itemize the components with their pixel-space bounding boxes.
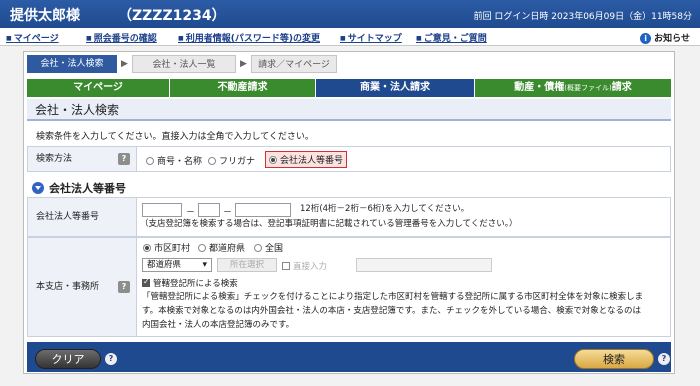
step-request-mypage: 請求／マイページ — [251, 55, 337, 73]
direct-input-field[interactable] — [356, 258, 492, 272]
notice-link[interactable]: i お知らせ — [640, 31, 690, 44]
radio-municipality[interactable]: 市区町村 — [143, 241, 190, 254]
notice-label: お知らせ — [654, 34, 690, 44]
radio-dot — [198, 243, 206, 252]
checkbox-box — [282, 262, 290, 270]
jurisdiction-label: 管轄登記所による検索 — [153, 279, 238, 289]
jurisdiction-description-2: す。本検索で対象となるのは内外国会社・法人の本店・支店登記簿です。また、チェック… — [142, 306, 642, 316]
page-title: 会社・法人検索 — [27, 99, 671, 121]
step-company-list: 会社・法人一覧 — [132, 55, 236, 73]
corp-number-part1-input[interactable] — [142, 203, 182, 217]
app-header: 提供太郎様 （ZZZZ1234） 前回 ログイン日時 2023年06月09日（金… — [0, 0, 700, 28]
tab-movable-prefix: 動産・債権 — [514, 82, 565, 93]
radio-nationwide-label: 全国 — [265, 244, 284, 254]
tab-movable-assets[interactable]: 動産・債権(概要ファイル)請求 — [475, 79, 671, 97]
info-icon: i — [640, 33, 652, 44]
step-company-search: 会社・法人検索 — [27, 55, 117, 73]
tab-realestate[interactable]: 不動産請求 — [170, 79, 315, 97]
tab-mypage[interactable]: マイページ — [27, 79, 169, 97]
tab-movable-suffix: 請求 — [611, 82, 632, 93]
radio-trade-name-label: 商号・名称 — [157, 157, 203, 167]
radio-prefecture-label: 都道府県 — [209, 244, 246, 254]
radio-dot-selected — [269, 155, 277, 164]
location-select-button[interactable]: 所在選択 — [217, 258, 277, 272]
user-name: 提供太郎様 — [10, 8, 80, 24]
menu-user-info-link[interactable]: 利用者情報(パスワード等)の変更 — [178, 31, 320, 44]
radio-nationwide[interactable]: 全国 — [254, 241, 283, 254]
radio-dot — [208, 156, 216, 165]
corp-number-part3-input[interactable] — [235, 203, 291, 217]
jurisdiction-description-3: 内国会社・法人の本店登記簿のみです。 — [142, 320, 295, 330]
radio-furigana[interactable]: フリガナ — [208, 154, 255, 167]
last-login-info: 前回 ログイン日時 2023年06月09日（金）11時58分 — [473, 12, 692, 22]
corp-number-part2-input[interactable] — [198, 203, 220, 217]
radio-furigana-label: フリガナ — [219, 157, 256, 167]
menu-mypage-link[interactable]: マイページ — [6, 31, 59, 44]
search-help-icon[interactable]: ? — [658, 353, 670, 365]
checkbox-checked — [142, 277, 150, 287]
clear-button[interactable]: クリア — [35, 349, 101, 369]
dash: － — [223, 208, 233, 218]
radio-corporate-number-label: 会社法人等番号 — [280, 156, 344, 166]
menu-sitemap-link[interactable]: サイトマップ — [340, 31, 402, 44]
search-method-help-icon[interactable]: ? — [118, 153, 130, 165]
clear-help-icon[interactable]: ? — [105, 353, 117, 365]
step-arrow-icon: ▶ — [240, 59, 247, 69]
top-menu: マイページ 照会番号の確認 利用者情報(パスワード等)の変更 サイトマップ ご意… — [0, 28, 700, 46]
menu-reference-number-link[interactable]: 照会番号の確認 — [86, 31, 157, 44]
step-arrow-icon: ▶ — [121, 59, 128, 69]
corp-number-label: 会社法人等番号 — [27, 197, 137, 237]
prefecture-select[interactable]: 都道府県 — [142, 258, 212, 272]
direct-input-checkbox[interactable]: 直接入力 — [282, 260, 327, 272]
tab-commercial[interactable]: 商業・法人請求 — [316, 79, 474, 97]
radio-municipality-label: 市区町村 — [154, 244, 191, 254]
radio-dot-selected — [143, 243, 151, 252]
section-heading: 会社法人等番号 — [32, 180, 126, 196]
radio-corporate-number[interactable]: 会社法人等番号 — [265, 151, 348, 168]
radio-trade-name[interactable]: 商号・名称 — [146, 154, 202, 167]
instruction-text: 検索条件を入力してください。直接入力は全角で入力してください。 — [36, 132, 314, 142]
jurisdiction-description-1: 「管轄登記所による検索」チェックを付けることにより指定した市区町村を管轄する登記… — [142, 292, 644, 302]
direct-input-label: 直接入力 — [293, 262, 328, 272]
corp-number-branch-note: （支店登記簿を検索する場合は、登記事項証明書に記載されている管理番号を入力してく… — [140, 219, 518, 229]
office-help-icon[interactable]: ? — [118, 281, 130, 293]
menu-feedback-link[interactable]: ご意見・ご質問 — [416, 31, 487, 44]
corp-number-note: 12桁(4桁－2桁－6桁)を入力してください。 — [300, 204, 470, 214]
user-id: （ZZZZ1234） — [118, 8, 226, 24]
radio-dot — [254, 243, 262, 252]
dash: － — [186, 208, 196, 218]
search-button[interactable]: 検索 — [574, 349, 654, 369]
tab-movable-small: (概要ファイル) — [564, 84, 612, 92]
section-heading-text: 会社法人等番号 — [49, 182, 126, 195]
radio-dot — [146, 156, 154, 165]
radio-prefecture[interactable]: 都道府県 — [198, 241, 245, 254]
jurisdiction-checkbox[interactable]: 管轄登記所による検索 — [142, 277, 238, 289]
chevron-down-icon — [32, 182, 44, 194]
